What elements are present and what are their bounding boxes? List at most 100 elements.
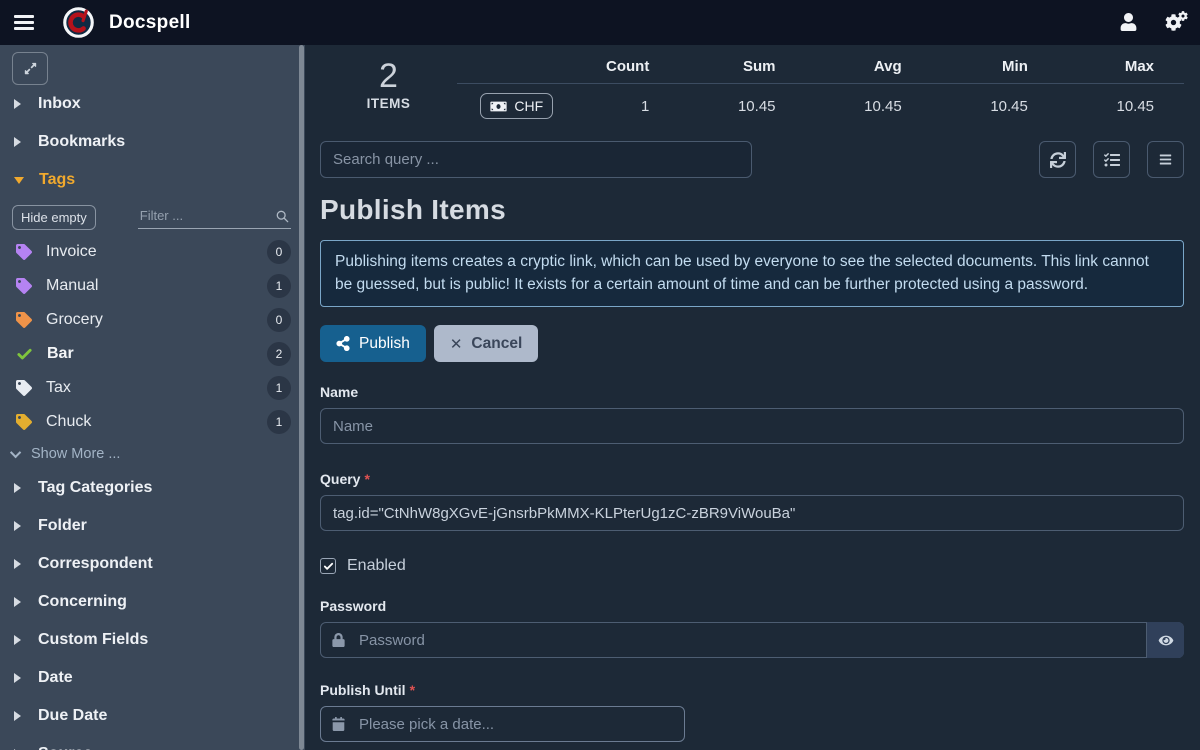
chevron-right-icon: [14, 483, 21, 493]
sidebar-item-source[interactable]: Source: [0, 735, 305, 750]
docspell-logo-icon[interactable]: [62, 6, 95, 39]
sidebar-item-label: Source: [38, 745, 92, 750]
tasks-list-icon: [1104, 152, 1120, 168]
sidebar-item-tags[interactable]: Tags: [0, 161, 305, 199]
tag-name: Bar: [47, 345, 74, 363]
search-bar: [320, 141, 1184, 178]
tag-row-chuck[interactable]: Chuck 1: [0, 405, 305, 439]
tag-name: Manual: [46, 277, 98, 295]
tag-icon: [16, 380, 32, 396]
sidebar-scrollbar[interactable]: [299, 45, 304, 750]
share-icon: [336, 336, 350, 351]
sidebar-item-bookmarks[interactable]: Bookmarks: [0, 123, 305, 161]
tag-filter-input[interactable]: [138, 205, 291, 228]
main-content: 2 ITEMS Count Sum Avg Min Max CHF: [305, 45, 1200, 750]
chevron-right-icon: [14, 137, 21, 147]
calendar-icon: [332, 715, 345, 733]
tag-row-invoice[interactable]: Invoice 0: [0, 235, 305, 269]
password-field[interactable]: [320, 622, 1184, 658]
sidebar-item-tag-categories[interactable]: Tag Categories: [0, 469, 305, 507]
name-field[interactable]: [320, 408, 1184, 444]
tag-count-badge: 1: [267, 410, 291, 434]
sidebar-item-date[interactable]: Date: [0, 659, 305, 697]
money-bill-icon: [490, 100, 507, 113]
enabled-checkbox[interactable]: [320, 558, 336, 574]
query-label: Query*: [320, 471, 1184, 487]
close-icon: ✕: [450, 335, 463, 353]
cancel-button[interactable]: ✕ Cancel: [434, 325, 538, 362]
stats-val-avg: 10.45: [806, 98, 932, 115]
required-asterisk: *: [364, 471, 369, 487]
tag-count-badge: 0: [267, 308, 291, 332]
chevron-down-icon: [14, 177, 24, 184]
chevron-right-icon: [14, 673, 21, 683]
sync-icon: [1050, 152, 1066, 168]
menu-icon[interactable]: [14, 15, 34, 30]
sidebar: Inbox Bookmarks Tags Hide empty Invoice …: [0, 45, 305, 750]
sidebar-item-label: Tag Categories: [38, 479, 152, 497]
stats-val-sum: 10.45: [679, 98, 805, 115]
tag-row-tax[interactable]: Tax 1: [0, 371, 305, 405]
stats-table: Count Sum Avg Min Max CHF 1 10.45 1: [457, 58, 1184, 119]
required-asterisk: *: [410, 682, 415, 698]
sidebar-item-label: Bookmarks: [38, 133, 125, 151]
settings-gears-icon[interactable]: [1165, 14, 1182, 32]
tag-icon: [16, 278, 32, 294]
page-title: Publish Items: [320, 194, 1184, 226]
tag-row-grocery[interactable]: Grocery 0: [0, 303, 305, 337]
hide-empty-button[interactable]: Hide empty: [12, 205, 96, 230]
expand-icon: [24, 62, 37, 75]
tag-count-badge: 1: [267, 274, 291, 298]
name-label: Name: [320, 384, 1184, 400]
enabled-checkbox-row[interactable]: Enabled: [320, 557, 1184, 575]
search-icon: [276, 208, 289, 226]
stats-col-min: Min: [932, 58, 1058, 75]
bars-icon: [1158, 153, 1173, 166]
tag-row-bar[interactable]: Bar 2: [0, 337, 305, 371]
cancel-button-label: Cancel: [471, 335, 522, 353]
sidebar-item-label: Correspondent: [38, 555, 153, 573]
sidebar-item-due-date[interactable]: Due Date: [0, 697, 305, 735]
sidebar-item-label: Due Date: [38, 707, 107, 725]
refresh-button[interactable]: [1039, 141, 1076, 178]
chevron-right-icon: [14, 521, 21, 531]
show-password-button[interactable]: [1146, 622, 1184, 658]
chevron-down-icon: [10, 447, 21, 458]
tag-count-badge: 0: [267, 240, 291, 264]
sidebar-item-folder[interactable]: Folder: [0, 507, 305, 545]
sidebar-item-label: Tags: [39, 171, 75, 189]
search-query-input[interactable]: [320, 141, 752, 178]
items-count: 2: [320, 58, 457, 94]
lock-icon: [332, 631, 345, 649]
publish-button[interactable]: Publish: [320, 325, 426, 362]
stats-header: 2 ITEMS Count Sum Avg Min Max CHF: [320, 45, 1184, 119]
tag-name: Grocery: [46, 311, 103, 329]
check-icon: [16, 346, 33, 363]
publish-button-label: Publish: [359, 335, 410, 353]
sidebar-item-concerning[interactable]: Concerning: [0, 583, 305, 621]
select-mode-button[interactable]: [1093, 141, 1130, 178]
stats-val-count: 1: [553, 98, 679, 115]
sidebar-item-correspondent[interactable]: Correspondent: [0, 545, 305, 583]
menu-options-button[interactable]: [1147, 141, 1184, 178]
enabled-label: Enabled: [347, 557, 406, 575]
query-field[interactable]: [320, 495, 1184, 531]
sidebar-item-inbox[interactable]: Inbox: [0, 85, 305, 123]
show-more-link[interactable]: Show More ...: [0, 439, 305, 469]
chevron-right-icon: [14, 711, 21, 721]
check-icon: [323, 561, 334, 572]
sidebar-item-label: Custom Fields: [38, 631, 148, 649]
tag-name: Tax: [46, 379, 71, 397]
tag-row-manual[interactable]: Manual 1: [0, 269, 305, 303]
user-icon[interactable]: [1120, 13, 1137, 31]
top-bar: Docspell: [0, 0, 1200, 45]
collapse-sidebar-button[interactable]: [12, 52, 48, 85]
tag-name: Chuck: [46, 413, 91, 431]
show-more-label: Show More ...: [31, 446, 120, 462]
tag-count-badge: 2: [267, 342, 291, 366]
publish-until-field[interactable]: [320, 706, 685, 742]
tags-toolbar: Hide empty: [0, 199, 305, 235]
sidebar-item-custom-fields[interactable]: Custom Fields: [0, 621, 305, 659]
tag-count-badge: 1: [267, 376, 291, 400]
tag-name: Invoice: [46, 243, 97, 261]
